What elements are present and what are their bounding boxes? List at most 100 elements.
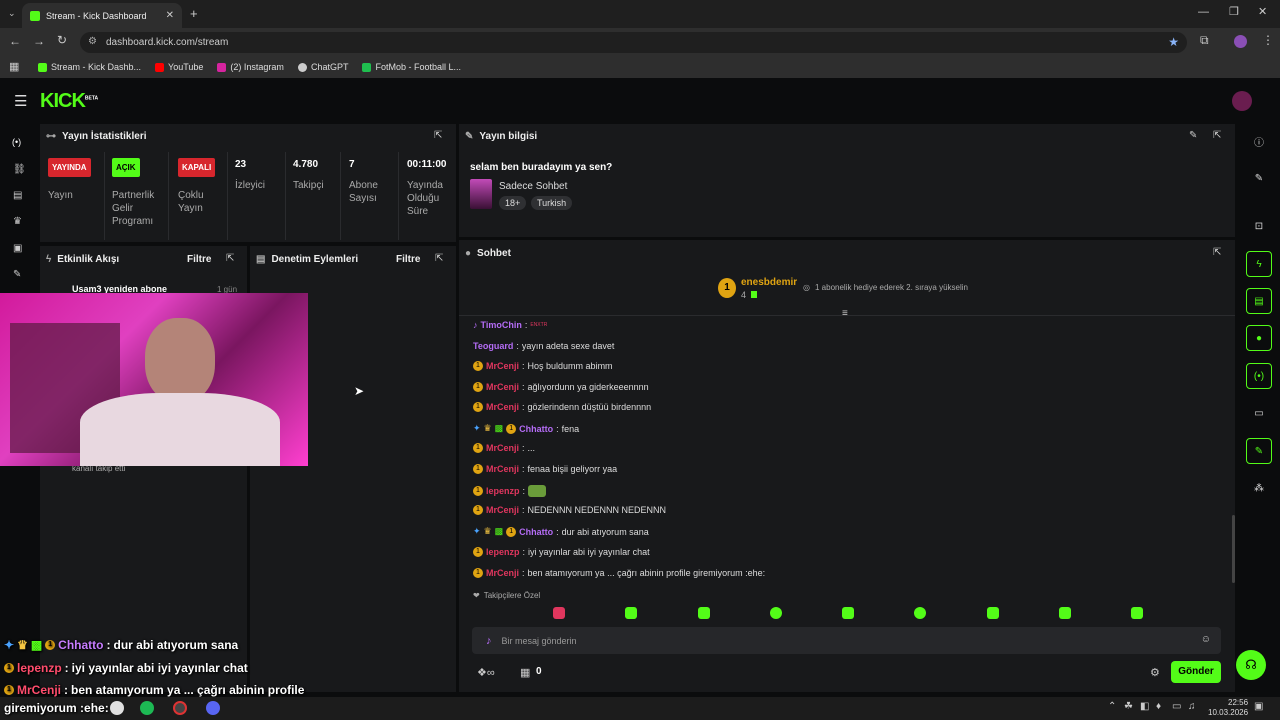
bookmark-youtube[interactable]: YouTube [155,62,203,72]
emote-icon[interactable] [553,607,565,619]
chat-username[interactable]: lepenzp [486,486,520,496]
tray-chevron-icon[interactable]: ⌃ [1108,701,1116,712]
chat-username[interactable]: MrCenji [486,382,519,392]
expand-moderation-icon[interactable]: ⇱ [435,253,443,264]
browser-tab[interactable]: Stream - Kick Dashboard ✕ [22,3,182,28]
edit-stream-icon[interactable]: ✎ [1189,130,1197,141]
chat-username[interactable]: TimoChin [481,320,522,330]
emote-icon[interactable] [914,607,927,619]
reload-icon[interactable]: ↻ [57,33,67,47]
bookmark-kick[interactable]: Stream - Kick Dashb... [38,62,141,72]
close-window-icon[interactable]: ✕ [1258,5,1267,18]
bookmark-chatgpt[interactable]: ChatGPT [297,62,348,72]
tag-pill[interactable]: Turkish [531,196,573,210]
restore-icon[interactable]: ❐ [1229,5,1239,18]
user-avatar[interactable] [1232,91,1252,111]
spotify-taskbar-icon[interactable] [140,701,154,715]
chat-input-placeholder: Bir mesaj gönderin [501,635,577,646]
address-bar[interactable]: ⚙ dashboard.kick.com/stream ★ [80,32,1187,53]
video-nav-icon[interactable]: ▣ [13,243,22,254]
menu-icon[interactable]: ⋮ [1262,33,1274,47]
chat-username[interactable]: MrCenji [486,402,519,412]
chat-username[interactable]: Chhatto [519,527,553,537]
link-nav-icon[interactable]: ⛓ [13,164,26,175]
chat-username[interactable]: MrCenji [486,505,519,515]
chat-username[interactable]: Chhatto [519,424,553,434]
emote-icon[interactable] [1058,607,1071,619]
minimize-icon[interactable]: — [1198,6,1209,18]
share-icon[interactable]: ⁂ [1246,475,1272,501]
category-name[interactable]: Sadece Sohbet [499,181,567,192]
emote-text-icon: ENXTR [530,322,548,328]
print-icon[interactable]: ▭ [1246,400,1272,426]
channel-points-icon[interactable]: ❖∞ [477,666,495,679]
chat-username[interactable]: lepenzp [486,547,520,557]
chat-username[interactable]: Teoguard [473,341,513,351]
kick-logo[interactable]: KICKBETA [40,90,98,113]
back-icon[interactable]: ← [9,34,21,48]
gift-leader-badge: 1 [718,278,736,298]
apps-grid-icon[interactable]: ▦ [9,60,19,73]
close-tab-icon[interactable]: ✕ [166,10,174,21]
trophy-nav-icon[interactable]: ♛ [13,216,22,227]
broadcast-icon[interactable]: (•) [1246,363,1272,389]
quick-actions-icon[interactable]: ϟ [1246,251,1272,277]
new-tab-icon[interactable]: + [190,6,198,21]
edit-icon[interactable]: ✎ [1246,165,1272,191]
support-button[interactable]: ☊ [1236,650,1266,680]
notes-icon[interactable]: ▤ [1246,288,1272,314]
fotmob-icon [362,62,372,72]
stream-nav-icon[interactable]: (•) [12,137,21,147]
emote-icon[interactable] [625,607,638,619]
discord-taskbar-icon[interactable] [206,701,220,715]
chat-scrollbar[interactable] [1232,515,1235,583]
forward-icon[interactable]: → [33,34,45,48]
expand-chat-icon[interactable]: ⇱ [1213,247,1221,258]
pinned-toggle-icon[interactable]: ≡ [842,308,848,319]
chat-username[interactable]: MrCenji [486,568,519,578]
chat-username[interactable]: MrCenji [486,443,519,453]
volume-tray-icon[interactable]: ♫ [1188,701,1196,712]
extensions-icon[interactable]: ⧉ [1200,33,1209,48]
obs-taskbar-icon[interactable] [173,701,187,715]
chrome-taskbar-icon[interactable] [110,701,124,715]
chat-input[interactable]: ♪ Bir mesaj gönderin ☺ [472,627,1221,654]
tray-app-icon[interactable]: ◧ [1140,701,1149,712]
notification-icon[interactable]: ▣ [1254,701,1263,712]
screenshot-icon[interactable]: ⊡ [1246,213,1272,239]
moderation-filter-button[interactable]: Filtre [396,254,420,265]
tools-icon[interactable]: ✎ [1246,438,1272,464]
tray-app-icon[interactable]: ☘ [1124,701,1133,712]
expand-activity-icon[interactable]: ⇱ [226,253,234,264]
tab-list-icon[interactable]: ⌄ [8,8,16,19]
analytics-nav-icon[interactable]: ▤ [13,190,22,201]
chat-username[interactable]: MrCenji [486,464,519,474]
emote-icon[interactable] [769,607,782,619]
site-info-icon[interactable]: ⚙ [88,36,97,47]
activity-filter-button[interactable]: Filtre [187,254,211,265]
tools-nav-icon[interactable]: ✎ [13,269,21,280]
leader-username[interactable]: enesbdemir [741,277,797,288]
network-tray-icon[interactable]: ▭ [1172,701,1181,712]
clock[interactable]: 22:56 10.03.2026 [1208,698,1248,718]
bookmark-star-icon[interactable]: ★ [1168,35,1179,49]
send-button[interactable]: Gönder [1171,661,1221,683]
bookmark-instagram[interactable]: (2) Instagram [217,62,284,72]
treasure-icon[interactable]: ▦ [520,666,530,679]
tag-pill[interactable]: 18+ [499,196,527,210]
expand-stats-icon[interactable]: ⇱ [434,130,442,141]
emote-icon[interactable] [697,607,710,619]
emote-icon[interactable] [842,607,854,619]
info-icon[interactable]: ⓘ [1246,128,1272,154]
hamburger-menu-icon[interactable]: ☰ [14,92,27,110]
emote-icon[interactable] [1131,607,1143,619]
emote-icon[interactable] [986,607,999,619]
profile-avatar[interactable] [1234,35,1247,48]
chat-username[interactable]: MrCenji [486,361,519,371]
emoji-picker-icon[interactable]: ☺ [1201,634,1211,645]
chat-toggle-icon[interactable]: ● [1246,325,1272,351]
chat-settings-icon[interactable]: ⚙ [1150,666,1160,679]
microphone-tray-icon[interactable]: ♦ [1156,701,1161,712]
bookmark-fotmob[interactable]: FotMob - Football L... [362,62,461,72]
expand-info-icon[interactable]: ⇱ [1213,130,1221,141]
